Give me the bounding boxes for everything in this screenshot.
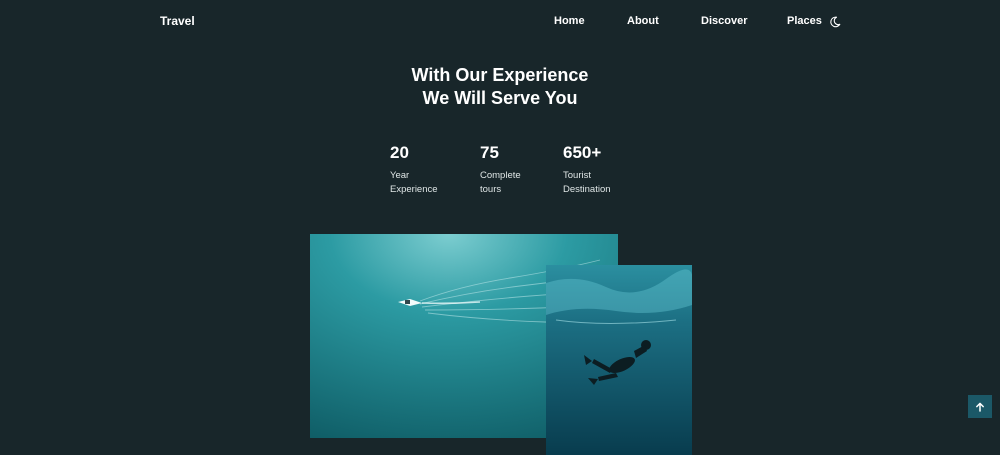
stat-value: 20 xyxy=(390,143,409,162)
hero-title: With Our Experience We Will Serve You xyxy=(300,64,700,110)
stat-label: Year Experience xyxy=(390,169,438,197)
logo[interactable]: Travel xyxy=(160,14,195,28)
stat-label-line: tours xyxy=(480,184,502,195)
stat-tours: 75 Complete tours xyxy=(480,142,521,197)
scroll-up-button[interactable] xyxy=(968,395,992,418)
nav-link-home[interactable]: Home xyxy=(554,15,585,27)
stat-label-line: Year xyxy=(390,170,410,181)
nav-link-discover[interactable]: Discover xyxy=(701,15,747,27)
stat-label-line: Complete xyxy=(480,170,521,181)
stat-value: 75 xyxy=(480,143,499,162)
header: Travel Home About Discover Places xyxy=(0,0,1000,44)
underwater-diver-photo xyxy=(546,265,692,455)
theme-toggle-button[interactable] xyxy=(829,15,841,28)
moon-icon xyxy=(830,16,841,28)
stat-label-line: Tourist xyxy=(563,170,591,181)
stat-destinations: 650+ Tourist Destination xyxy=(563,142,611,197)
stat-label-line: Destination xyxy=(563,184,611,195)
stat-label: Tourist Destination xyxy=(563,169,611,197)
nav-link-about[interactable]: About xyxy=(627,15,659,27)
hero-title-line-2: We Will Serve You xyxy=(422,88,578,108)
nav-link-places[interactable]: Places xyxy=(787,15,822,27)
arrow-up-icon xyxy=(976,402,984,412)
hero-title-line-1: With Our Experience xyxy=(411,65,589,85)
stat-value: 650+ xyxy=(563,143,602,162)
stat-years: 20 Year Experience xyxy=(390,142,438,197)
stat-label: Complete tours xyxy=(480,169,521,197)
stat-label-line: Experience xyxy=(390,184,438,195)
